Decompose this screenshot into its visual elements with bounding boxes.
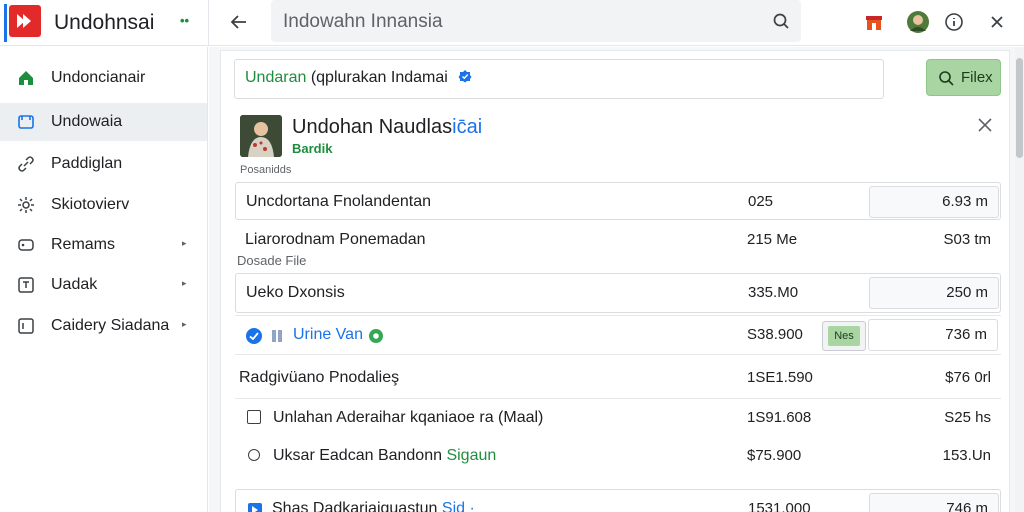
table-row[interactable]: Ueko Dxonsis 335.M0 250 m — [235, 273, 1001, 313]
filter-highlight: Undaran — [245, 69, 307, 86]
search-bar[interactable]: Indowahn Innansia — [271, 0, 801, 42]
filter-button-label: Filex — [961, 69, 993, 86]
status-toggle[interactable]: Nes — [822, 321, 866, 351]
close-icon — [991, 16, 1003, 28]
product-image[interactable] — [240, 115, 282, 157]
tag-icon — [16, 235, 36, 255]
verified-badge-icon — [458, 70, 472, 83]
store-button[interactable] — [862, 10, 886, 34]
inbox-icon — [16, 112, 36, 132]
brand[interactable]: Undohnsai •• — [4, 4, 208, 42]
filter-query: (qplurakan Indamai — [306, 69, 448, 86]
value-field[interactable]: 736 m — [868, 319, 998, 351]
info-button[interactable] — [942, 10, 966, 34]
sidebar: Undoncianair Undowaia Paddiglan Skiotovi… — [0, 47, 208, 512]
search-icon — [939, 71, 954, 86]
link-icon — [16, 154, 36, 174]
value-field[interactable]: 746 m — [869, 493, 999, 512]
expand-caret-icon[interactable]: ▸ — [182, 319, 187, 330]
section-caption: Posanidds — [240, 164, 292, 176]
table-row[interactable]: Shas Dadkariaiguastun Sid · 1531.000 746… — [235, 489, 1001, 512]
checkbox[interactable] — [247, 410, 261, 424]
sidebar-item-6[interactable]: Caidery Siadana ▸ — [0, 307, 207, 345]
sidebar-item-label: Skiotovierv — [51, 196, 130, 213]
search-icon[interactable] — [771, 11, 791, 31]
filter-input[interactable]: Undaran (qplurakan Indamai — [234, 59, 884, 99]
top-bar: Undohnsai •• Indowahn Innansia — [0, 0, 1024, 46]
flag-icon — [248, 503, 262, 512]
section-heading-row: Radgivüano Pnodalieş 1SE1.590 $76 0rl — [239, 369, 991, 386]
avatar — [907, 11, 929, 33]
sidebar-item-2[interactable]: Paddiglan — [0, 145, 207, 183]
product-title: Undohan Naudlasic̄ai — [292, 116, 483, 138]
store-icon — [866, 16, 882, 30]
sidebar-item-1[interactable]: Undowaia — [0, 103, 207, 141]
table-row[interactable]: Unlahan Aderaihar kqaniaoe ra (Maal) 1S9… — [235, 399, 1001, 437]
logo-mark-icon — [17, 14, 31, 28]
sidebar-item-label: Caidery Siadana — [51, 317, 170, 334]
gear-badge-icon — [369, 329, 383, 343]
table-row[interactable]: Uksar Eadcan Bandonn Sigaun $75.900 153.… — [235, 437, 1001, 475]
topbar-divider — [208, 0, 209, 46]
info-icon — [945, 13, 963, 31]
gear-icon — [16, 195, 36, 215]
app-title: Undohnsai — [54, 11, 155, 34]
sidebar-item-4[interactable]: Remams ▸ — [0, 226, 207, 264]
account-button[interactable] — [906, 10, 930, 34]
row-caption: Dosade File — [237, 253, 307, 268]
columns-icon — [272, 330, 282, 342]
table-row[interactable]: Urine Van S38.900 Nes 736 m — [235, 315, 1001, 355]
sidebar-item-3[interactable]: Skiotovierv — [0, 186, 207, 224]
search-input[interactable]: Indowahn Innansia — [283, 11, 443, 33]
filter-button[interactable]: Filex — [926, 59, 1001, 96]
sidebar-item-label: Uadak — [51, 276, 98, 293]
sidebar-item-5[interactable]: Uadak ▸ — [0, 266, 207, 304]
verified-badge-icon — [246, 328, 262, 344]
row-tag: Sigaun — [446, 447, 497, 464]
value-field[interactable]: 6.93 m — [869, 186, 999, 218]
sidebar-item-label: Undowaia — [51, 113, 123, 130]
expand-caret-icon[interactable]: ▸ — [182, 278, 187, 289]
status-badge: Nes — [828, 326, 860, 346]
value-field[interactable]: 250 m — [869, 277, 999, 309]
status-dots: •• — [180, 13, 190, 28]
document-icon — [16, 275, 36, 295]
list-icon — [16, 316, 36, 336]
close-icon[interactable] — [975, 115, 995, 135]
table-row[interactable]: Uncdortana Fnolandentan 025 6.93 m — [235, 182, 1001, 220]
sidebar-item-label: Remams — [51, 236, 116, 253]
home-icon — [16, 68, 36, 88]
sidebar-item-0[interactable]: Undoncianair — [0, 59, 207, 97]
product-thumbnail-icon — [240, 115, 282, 157]
back-button[interactable] — [226, 9, 252, 35]
table-row[interactable]: Liarorodnam Ponemadan Dosade File 215 Me… — [235, 221, 1001, 271]
sidebar-item-label: Undoncianair — [51, 69, 146, 86]
app-logo — [9, 5, 41, 37]
radio-button[interactable] — [248, 449, 260, 461]
arrow-left-icon — [230, 15, 246, 29]
close-window-button[interactable] — [985, 10, 1009, 34]
product-title-suffix: ic̄ai — [452, 116, 483, 138]
scrollbar-thumb[interactable] — [1016, 58, 1023, 158]
row-tag[interactable]: Sid · — [442, 500, 475, 512]
sidebar-item-label: Paddiglan — [51, 155, 123, 172]
expand-caret-icon[interactable]: ▸ — [182, 238, 187, 249]
product-subtitle: Bardik — [292, 141, 333, 156]
